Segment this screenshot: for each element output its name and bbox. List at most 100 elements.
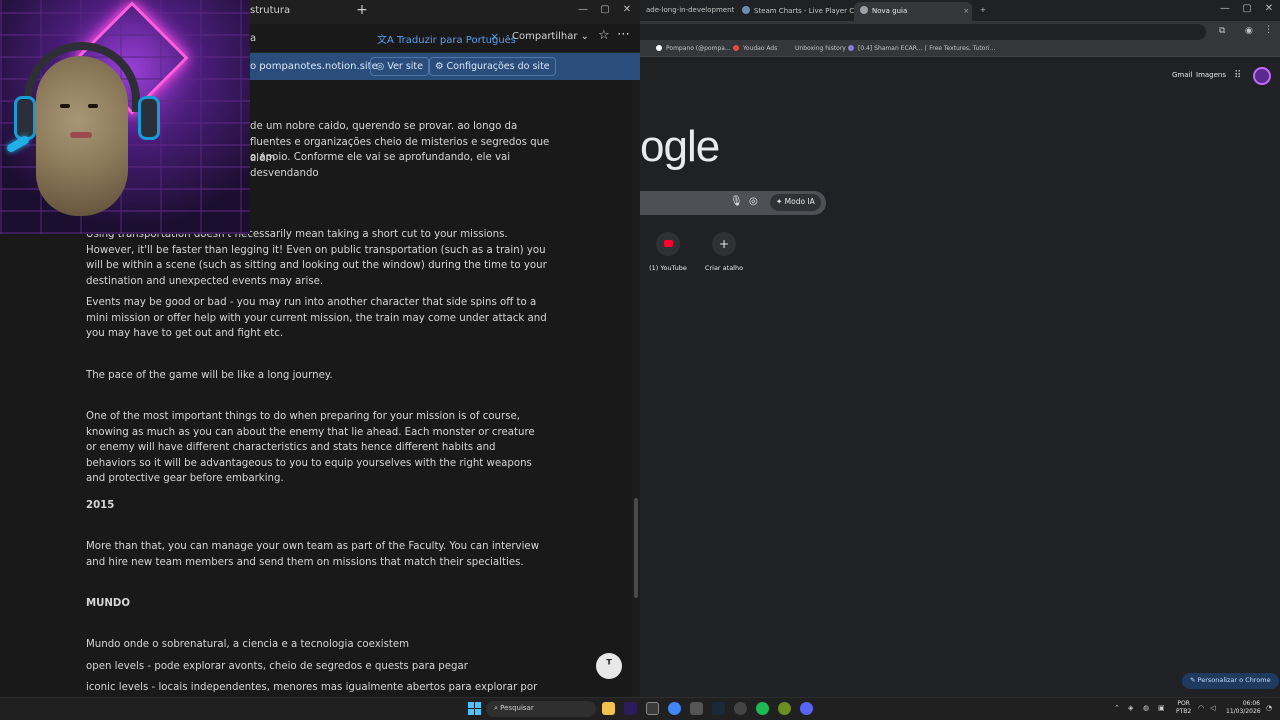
paragraph-pace[interactable]: The pace of the game will be like a long… (86, 368, 548, 384)
address-bar[interactable] (640, 24, 1206, 40)
globe-icon: ◎ (376, 61, 388, 72)
scrollbar[interactable] (632, 80, 640, 697)
shortcut-label: Criar atalho (704, 264, 744, 272)
breadcrumb[interactable]: a (250, 33, 256, 44)
ai-mode-button[interactable]: ✦ Modo IA (770, 194, 821, 211)
chrome-menu-icon[interactable]: ⋮ (1264, 25, 1273, 35)
clock-time: 06:06 (1242, 700, 1260, 707)
app-icon[interactable] (778, 702, 791, 715)
favorite-star-icon[interactable]: ☆ (598, 28, 610, 43)
bookmark-unboxing[interactable]: Unboxing history (795, 45, 846, 52)
input-language[interactable]: POR PTB2 (1176, 700, 1191, 716)
paragraph-transportation[interactable]: Using transportation doesn't necessarily… (86, 227, 548, 289)
app-icon[interactable] (734, 702, 747, 715)
taskbar-search-label: Pesquisar (500, 704, 534, 712)
heading-2015[interactable]: 2015 (86, 498, 548, 514)
notion-tab-label[interactable]: strutura (250, 5, 290, 16)
tray-app-icon[interactable]: ▣ (1158, 704, 1165, 712)
translate-close-icon[interactable]: × (490, 30, 499, 43)
bookmark-label: Pompano (@pompa... (666, 45, 731, 52)
gmail-link[interactable]: Gmail (1172, 71, 1192, 79)
chrome-icon[interactable] (668, 702, 681, 715)
google-apps-icon[interactable]: ⠿ (1234, 70, 1241, 81)
bookmark-label: Free Textures, Tutori... (929, 45, 996, 52)
close-icon[interactable]: × (963, 7, 969, 15)
maximize-icon[interactable]: ▢ (598, 4, 612, 15)
system-clock[interactable]: 06:06 11/03/2026 (1226, 700, 1261, 716)
search-input[interactable]: 🎙 ◎ ✦ Modo IA (640, 191, 826, 215)
tab-nova-guia[interactable]: Nova guia × (854, 2, 972, 21)
chevron-up-icon[interactable]: ⌃ (1114, 704, 1120, 712)
bookmark-youdao[interactable]: Youdao Ads (733, 45, 777, 52)
bookmark-label: [0.4] Shaman ECAR... (858, 45, 923, 52)
close-icon[interactable]: ✕ (620, 4, 634, 15)
right-earcup (138, 96, 160, 140)
streamer-avatar-overlay (0, 0, 250, 234)
file-explorer-icon[interactable] (602, 702, 615, 715)
customize-chrome-button[interactable]: ✎ Personalizar o Chrome (1182, 673, 1279, 689)
google-logo: ogle (640, 122, 720, 171)
youdao-icon (733, 45, 739, 51)
ai-mode-label: Modo IA (784, 197, 815, 206)
keyboard-layout: PTB2 (1176, 708, 1192, 715)
paragraph-mundo-3[interactable]: iconic levels - locais independentes, me… (86, 680, 548, 697)
heading-mundo[interactable]: MUNDO (86, 596, 548, 612)
notion-icon[interactable] (646, 702, 659, 715)
more-options-icon[interactable]: ⋯ (617, 27, 631, 42)
customize-label: Personalizar o Chrome (1197, 676, 1271, 684)
windows-start-icon[interactable] (468, 702, 481, 715)
site-settings-button[interactable]: ⚙ Configurações do site (429, 57, 556, 76)
new-tab-plus-icon[interactable]: + (354, 2, 370, 18)
bookmark-free-textures[interactable]: ⌈ Free Textures, Tutori... (925, 45, 995, 52)
steam-icon (742, 6, 750, 14)
wifi-icon[interactable]: ◠ (1198, 704, 1204, 712)
youtube-icon (663, 240, 673, 247)
new-tab-page: Gmail Imagens ⠿ ogle 🎙 ◎ ✦ Modo IA (1) Y… (640, 57, 1280, 697)
tray-steam-icon[interactable]: ◍ (1143, 704, 1149, 712)
paragraph-intro-1[interactable]: de um nobre caido, querendo se provar. a… (250, 119, 550, 135)
view-site-button[interactable]: ◎ Ver site (370, 57, 430, 76)
share-button[interactable]: Compartilhar ⌄ (512, 31, 589, 42)
lens-icon[interactable]: ◎ (749, 196, 758, 207)
scrollbar-thumb[interactable] (634, 498, 638, 598)
paragraph-team[interactable]: More than that, you can manage your own … (86, 539, 548, 570)
youtube-circle (656, 232, 680, 256)
taskbar-search[interactable]: ⌕ Pesquisar (486, 701, 596, 717)
minimize-icon[interactable]: — (1218, 3, 1232, 14)
steam-icon[interactable] (712, 702, 725, 715)
bookmark-pompano[interactable]: Pompano (@pompa... (656, 45, 731, 52)
chrome-omnibar: ⧉ ◉ ⋮ (640, 21, 1280, 43)
share-label: Compartilhar (512, 31, 578, 42)
microphone-icon[interactable]: 🎙 (730, 196, 743, 207)
notion-ai-icon[interactable]: ᵀ (596, 653, 622, 679)
translate-icon: 文A (377, 35, 398, 46)
paragraph-mundo-2[interactable]: open levels - pode explorar avonts, chei… (86, 659, 548, 675)
volume-icon[interactable]: ◁ (1210, 704, 1215, 712)
paragraph-intro-3[interactable]: o apoio. Conforme ele vai se aprofundand… (250, 150, 550, 181)
close-icon[interactable]: ✕ (1262, 3, 1276, 14)
shortcut-add[interactable]: + Criar atalho (694, 232, 754, 272)
spotify-icon[interactable] (756, 702, 769, 715)
plus-icon: + (712, 232, 736, 256)
tray-app-icon[interactable]: ◈ (1128, 704, 1133, 712)
maximize-icon[interactable]: ▢ (1240, 3, 1254, 14)
profile-icon[interactable]: ◉ (1245, 26, 1253, 36)
paragraph-events[interactable]: Events may be good or bad - you may run … (86, 295, 548, 342)
potato-avatar (36, 56, 128, 216)
extensions-icon[interactable]: ⧉ (1219, 26, 1225, 36)
premiere-icon[interactable] (624, 702, 637, 715)
bookmark-shaman[interactable]: [0.4] Shaman ECAR... (848, 45, 922, 52)
tab-label: Steam Charts - Live Player Cou (754, 7, 863, 15)
minimize-icon[interactable]: — (576, 4, 590, 15)
discord-icon[interactable] (800, 702, 813, 715)
new-tab-plus-icon[interactable]: + (974, 2, 992, 21)
shortcut-youtube[interactable]: (1) YouTube (638, 232, 698, 272)
bookmark-label: Youdao Ads (743, 45, 778, 52)
avatar[interactable] (1253, 67, 1271, 85)
paragraph-preparing[interactable]: One of the most important things to do w… (86, 409, 548, 487)
paragraph-mundo-1[interactable]: Mundo onde o sobrenatural, a ciencia e a… (86, 637, 548, 653)
notification-bell-icon[interactable]: ◔ (1266, 704, 1272, 712)
obs-icon[interactable] (690, 702, 703, 715)
images-link[interactable]: Imagens (1196, 71, 1226, 79)
site-url-link[interactable]: o pompanotes.notion.site (250, 61, 378, 72)
